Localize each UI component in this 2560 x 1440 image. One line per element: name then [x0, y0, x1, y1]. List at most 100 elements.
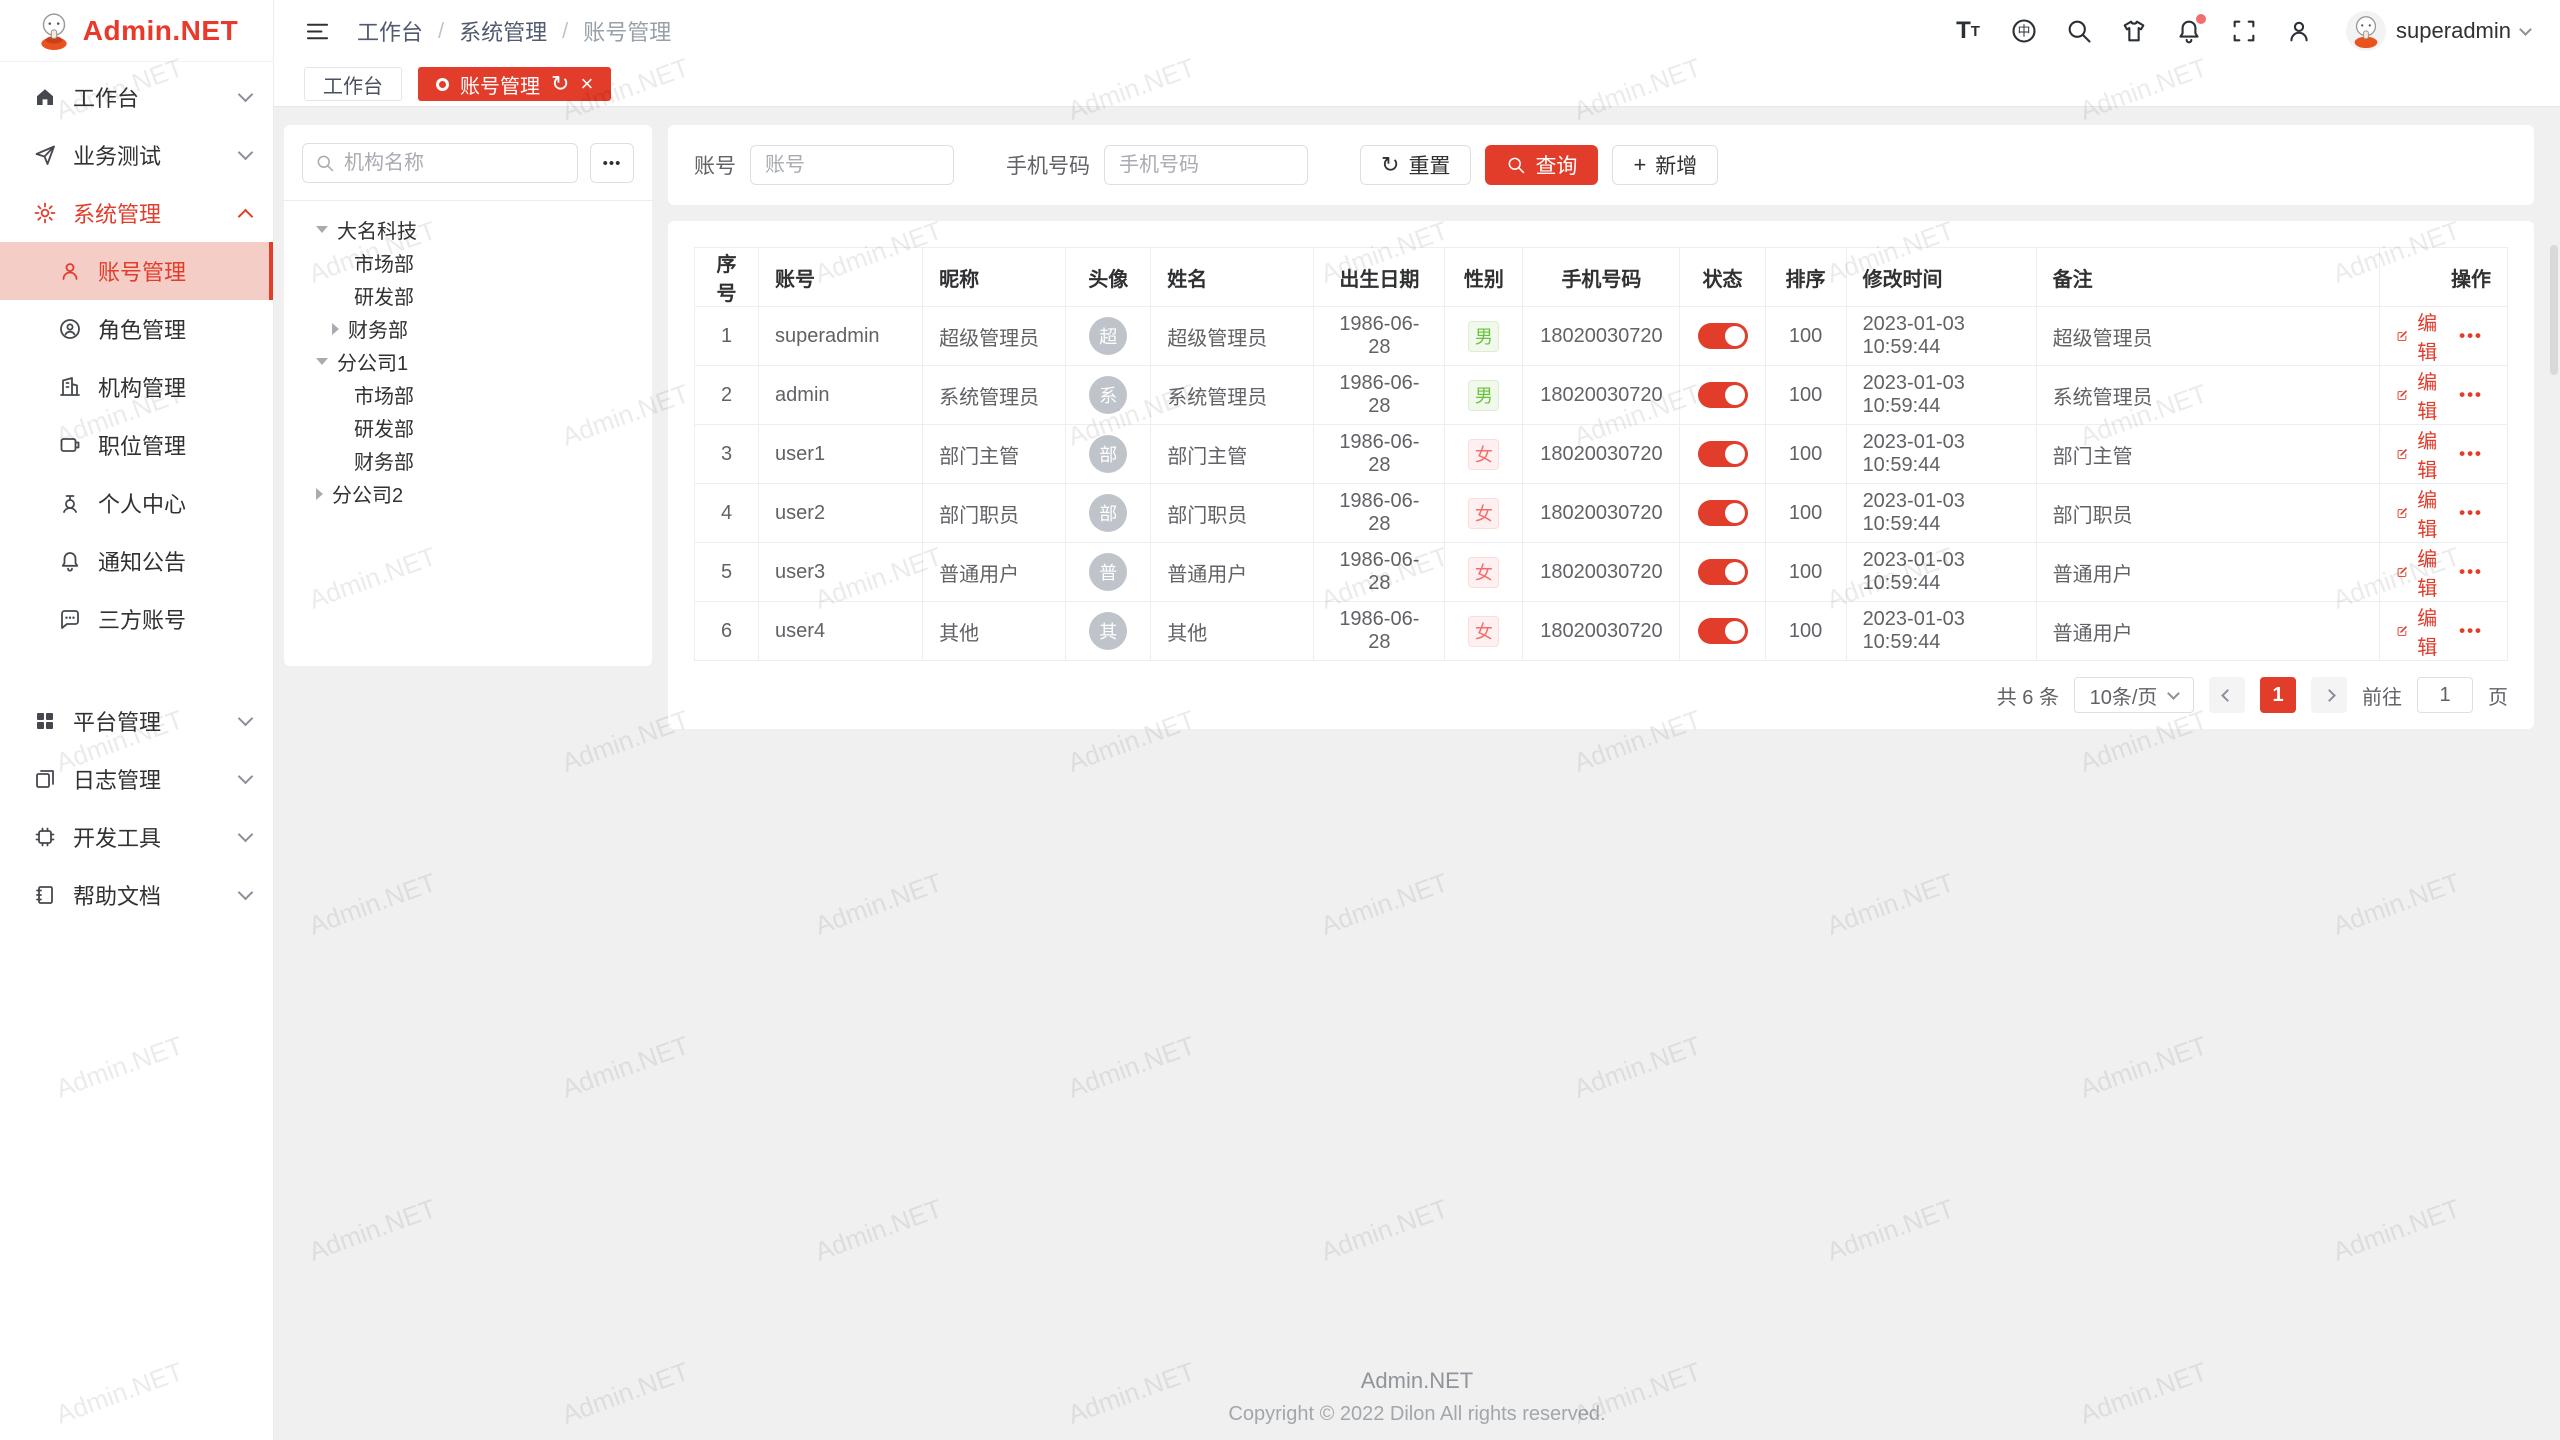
sidebar-item-role-management[interactable]: 角色管理: [0, 300, 273, 358]
account-input[interactable]: [750, 145, 954, 185]
more-actions-button[interactable]: •••: [2459, 385, 2483, 405]
tree-node[interactable]: 分公司2: [302, 477, 634, 510]
cell-birth: 1986-06-28: [1314, 366, 1445, 425]
caret-down-icon[interactable]: [316, 358, 328, 365]
sidebar-item-help-docs[interactable]: 帮助文档: [0, 866, 273, 924]
profile-icon[interactable]: [2285, 17, 2313, 45]
next-page-button[interactable]: [2311, 677, 2347, 713]
more-actions-button[interactable]: •••: [2459, 503, 2483, 523]
phone-input[interactable]: [1104, 145, 1308, 185]
chevron-up-icon: [238, 209, 254, 225]
tree-node[interactable]: 研发部: [302, 411, 634, 444]
edit-icon[interactable]: [2396, 444, 2408, 464]
tab-workbench[interactable]: 工作台: [304, 67, 402, 101]
reset-button[interactable]: ↻重置: [1360, 145, 1471, 185]
search-button[interactable]: 查询: [1485, 145, 1598, 185]
topbar-actions: TT 中 superadmin: [1953, 11, 2530, 51]
edit-button[interactable]: 编辑: [2417, 425, 2442, 483]
sidebar-item-organization-management[interactable]: 机构管理: [0, 358, 273, 416]
font-size-icon[interactable]: TT: [1953, 16, 1983, 46]
sidebar-item-system-management[interactable]: 系统管理: [0, 184, 273, 242]
cell-modified: 2023-01-03 10:59:44: [1846, 602, 2036, 661]
notification-icon[interactable]: [2175, 17, 2203, 45]
edit-icon[interactable]: [2396, 326, 2408, 346]
status-toggle[interactable]: [1698, 559, 1748, 585]
caret-right-icon[interactable]: [316, 488, 323, 500]
sidebar-item-business-test[interactable]: 业务测试: [0, 126, 273, 184]
sidebar-item-position-management[interactable]: 职位管理: [0, 416, 273, 474]
goto-page-input[interactable]: [2417, 677, 2473, 713]
tree-node[interactable]: 大名科技: [302, 213, 634, 246]
current-page[interactable]: 1: [2260, 677, 2296, 713]
add-button[interactable]: +新增: [1612, 145, 1718, 185]
edit-icon[interactable]: [2396, 562, 2408, 582]
refresh-icon[interactable]: ↻: [551, 73, 569, 95]
sidebar-item-personal-center[interactable]: 个人中心: [0, 474, 273, 532]
org-search-input[interactable]: [344, 152, 565, 175]
edit-icon[interactable]: [2396, 385, 2408, 405]
more-actions-button[interactable]: •••: [2459, 326, 2483, 346]
edit-button[interactable]: 编辑: [2417, 484, 2442, 542]
tree-node[interactable]: 市场部: [302, 246, 634, 279]
status-toggle[interactable]: [1698, 323, 1748, 349]
org-tree: 大名科技 市场部 研发部 财务部 分公司1 市场部 研发部 财务部 分公司2: [302, 213, 634, 510]
close-icon[interactable]: ×: [580, 73, 593, 95]
tree-node[interactable]: 财务部: [302, 312, 634, 345]
caret-right-icon[interactable]: [332, 323, 339, 335]
page-size-select[interactable]: 10条/页: [2074, 677, 2194, 713]
caret-down-icon[interactable]: [316, 226, 328, 233]
more-actions-button[interactable]: •••: [2459, 621, 2483, 641]
search-icon[interactable]: [2065, 17, 2093, 45]
scrollbar-thumb[interactable]: [2550, 245, 2558, 375]
avatar: [2346, 11, 2386, 51]
cell-account: user2: [759, 484, 923, 543]
tree-node[interactable]: 财务部: [302, 444, 634, 477]
breadcrumb-item[interactable]: 工作台: [357, 15, 423, 47]
cell-account: superadmin: [759, 307, 923, 366]
cell-nickname: 部门主管: [923, 425, 1066, 484]
fullscreen-icon[interactable]: [2230, 17, 2258, 45]
language-icon[interactable]: 中: [2010, 17, 2038, 45]
table-header-row: 序号 账号 昵称 头像 姓名 出生日期 性别 手机号码 状态 排序 修改时间 备…: [695, 248, 2508, 307]
tab-account-management[interactable]: 账号管理 ↻ ×: [418, 67, 611, 101]
more-actions-button[interactable]: •••: [2459, 562, 2483, 582]
table-row: 4 user2 部门职员 部 部门职员 1986-06-28 女 1802003…: [695, 484, 2508, 543]
bell-icon: [58, 549, 82, 573]
tree-node[interactable]: 研发部: [302, 279, 634, 312]
cell-remark: 普通用户: [2036, 543, 2379, 602]
sidebar-item-account-management[interactable]: 账号管理: [0, 242, 273, 300]
sidebar-item-platform-management[interactable]: 平台管理: [0, 692, 273, 750]
tree-node[interactable]: 市场部: [302, 378, 634, 411]
theme-icon[interactable]: [2120, 17, 2148, 45]
cell-birth: 1986-06-28: [1314, 543, 1445, 602]
app-logo[interactable]: Admin.NET: [0, 0, 273, 62]
sidebar-item-third-party-account[interactable]: 三方账号: [0, 590, 273, 648]
sidebar-item-workbench[interactable]: 工作台: [0, 68, 273, 126]
status-toggle[interactable]: [1698, 500, 1748, 526]
collapse-menu-icon[interactable]: [304, 18, 331, 45]
tree-node[interactable]: 分公司1: [302, 345, 634, 378]
status-toggle[interactable]: [1698, 618, 1748, 644]
sidebar-item-dev-tools[interactable]: 开发工具: [0, 808, 273, 866]
user-menu[interactable]: superadmin: [2346, 11, 2530, 51]
edit-button[interactable]: 编辑: [2417, 543, 2442, 601]
total-count: 共 6 条: [1997, 681, 2059, 710]
chevron-down-icon: [2519, 23, 2532, 36]
breadcrumb-item[interactable]: 系统管理: [459, 15, 547, 47]
org-more-button[interactable]: •••: [590, 143, 634, 183]
edit-button[interactable]: 编辑: [2417, 602, 2442, 660]
cell-index: 6: [695, 602, 759, 661]
more-actions-button[interactable]: •••: [2459, 444, 2483, 464]
status-toggle[interactable]: [1698, 382, 1748, 408]
edit-button[interactable]: 编辑: [2417, 366, 2442, 424]
position-icon: [58, 433, 82, 457]
col-account: 账号: [759, 248, 923, 307]
cell-index: 1: [695, 307, 759, 366]
sidebar-item-log-management[interactable]: 日志管理: [0, 750, 273, 808]
sidebar-item-notice[interactable]: 通知公告: [0, 532, 273, 590]
prev-page-button[interactable]: [2209, 677, 2245, 713]
status-toggle[interactable]: [1698, 441, 1748, 467]
edit-icon[interactable]: [2396, 503, 2408, 523]
edit-icon[interactable]: [2396, 621, 2408, 641]
edit-button[interactable]: 编辑: [2417, 307, 2442, 365]
